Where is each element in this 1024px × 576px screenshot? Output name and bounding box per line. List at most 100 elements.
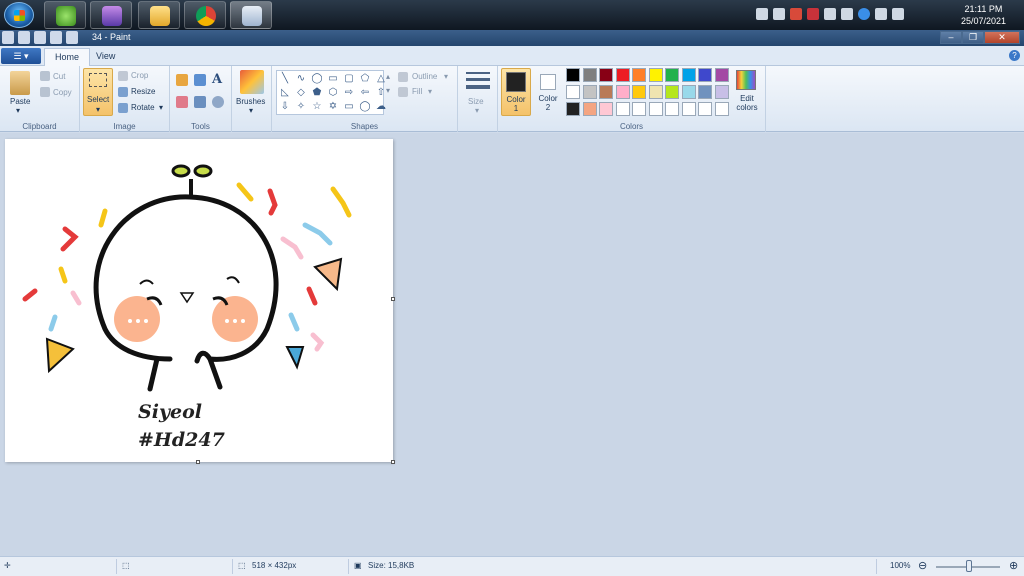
right-triangle-shape-icon[interactable]: ◺ xyxy=(278,86,292,99)
line-shape-icon[interactable]: ╲ xyxy=(278,72,292,85)
palette-swatch[interactable] xyxy=(648,68,663,82)
left-arrow-shape-icon[interactable]: ⇦ xyxy=(358,86,372,99)
resize-handle-bottom[interactable] xyxy=(196,460,200,464)
flag-icon[interactable] xyxy=(892,8,904,20)
palette-swatch[interactable] xyxy=(615,85,630,99)
oval-shape-icon[interactable]: ◯ xyxy=(310,72,324,85)
palette-swatch[interactable] xyxy=(681,85,696,99)
palette-swatch[interactable] xyxy=(648,102,663,116)
palette-swatch[interactable] xyxy=(714,68,729,82)
resize-handle-right[interactable] xyxy=(391,297,395,301)
fill-icon[interactable] xyxy=(194,74,206,86)
taskbar-chrome[interactable] xyxy=(184,1,226,29)
maximize-button[interactable]: ❐ xyxy=(962,31,984,44)
drawing-canvas[interactable]: Siyeol #Hd247 xyxy=(5,139,393,462)
palette-swatch[interactable] xyxy=(615,68,630,82)
zoom-in-button[interactable]: ⊕ xyxy=(1009,559,1018,572)
palette-swatch[interactable] xyxy=(599,85,613,99)
edit-colors-button[interactable]: Edit colors xyxy=(732,68,762,116)
paint-app-icon[interactable] xyxy=(2,31,14,44)
copy-button[interactable]: Copy xyxy=(53,88,72,97)
color1-button[interactable]: Color 1 xyxy=(501,68,531,116)
paste-button[interactable]: Paste xyxy=(10,97,30,106)
color2-button[interactable]: Color 2 xyxy=(535,68,561,116)
palette-swatch[interactable] xyxy=(714,85,729,99)
palette-swatch[interactable] xyxy=(698,102,712,116)
cloud-callout-shape-icon[interactable]: ☁ xyxy=(374,100,388,113)
pentagon-shape-icon[interactable]: ⬟ xyxy=(310,86,324,99)
polygon-shape-icon[interactable]: ⬠ xyxy=(358,72,372,85)
tray-app-icon[interactable] xyxy=(790,8,802,20)
palette-swatch[interactable] xyxy=(582,68,597,82)
undo-icon[interactable] xyxy=(34,31,46,44)
tray-app-icon[interactable] xyxy=(824,8,836,20)
rounded-rectangle-shape-icon[interactable]: ▢ xyxy=(342,72,356,85)
palette-swatch[interactable] xyxy=(665,68,679,82)
text-icon[interactable]: A xyxy=(212,72,222,87)
palette-swatch[interactable] xyxy=(582,85,597,99)
taskbar-app-2[interactable] xyxy=(90,1,132,29)
oval-callout-shape-icon[interactable]: ◯ xyxy=(358,100,372,113)
curve-shape-icon[interactable]: ∿ xyxy=(294,72,308,85)
outline-button[interactable]: Outline xyxy=(412,72,437,81)
volume-icon[interactable] xyxy=(773,8,785,20)
callout-shape-icon[interactable]: ▭ xyxy=(342,100,356,113)
cut-button[interactable]: Cut xyxy=(53,72,65,81)
brushes-group[interactable]: Brushes ▾ xyxy=(232,66,272,132)
rotate-button[interactable]: Rotate xyxy=(131,103,155,112)
palette-swatch[interactable] xyxy=(665,102,679,116)
tray-app-icon[interactable] xyxy=(841,8,853,20)
pencil-icon[interactable] xyxy=(176,74,188,86)
size-group[interactable]: Size ▾ xyxy=(458,66,498,132)
four-point-star-shape-icon[interactable]: ✧ xyxy=(294,100,308,113)
palette-swatch[interactable] xyxy=(698,85,712,99)
palette-swatch[interactable] xyxy=(632,102,646,116)
select-button[interactable]: Select ▾ xyxy=(83,68,113,116)
diamond-shape-icon[interactable]: ◇ xyxy=(294,86,308,99)
customize-icon[interactable] xyxy=(66,31,78,44)
tab-view[interactable]: View xyxy=(86,48,125,66)
fill-button[interactable]: Fill xyxy=(412,87,422,96)
minimize-button[interactable]: – xyxy=(940,31,962,44)
resize-button[interactable]: Resize xyxy=(131,87,155,96)
five-point-star-shape-icon[interactable]: ☆ xyxy=(310,100,324,113)
save-icon[interactable] xyxy=(18,31,30,44)
close-button[interactable]: ✕ xyxy=(984,31,1020,44)
palette-swatch[interactable] xyxy=(632,68,646,82)
palette-swatch[interactable] xyxy=(714,102,729,116)
taskbar-app-1[interactable] xyxy=(44,1,86,29)
magnifier-icon[interactable] xyxy=(212,96,224,108)
signal-icon[interactable] xyxy=(875,8,887,20)
zoom-slider-thumb[interactable] xyxy=(966,560,972,572)
palette-swatch[interactable] xyxy=(599,68,613,82)
palette-swatch[interactable] xyxy=(615,102,630,116)
palette-swatch[interactable] xyxy=(566,102,580,116)
right-arrow-shape-icon[interactable]: ⇨ xyxy=(342,86,356,99)
palette-swatch[interactable] xyxy=(599,102,613,116)
tab-home[interactable]: Home xyxy=(44,48,91,66)
crop-button[interactable]: Crop xyxy=(131,71,148,80)
palette-swatch[interactable] xyxy=(665,85,679,99)
down-arrow-shape-icon[interactable]: ⇩ xyxy=(278,100,292,113)
taskbar-paint[interactable] xyxy=(230,1,272,29)
help-icon[interactable]: ? xyxy=(1009,50,1020,61)
eraser-icon[interactable] xyxy=(176,96,188,108)
tray-app-icon[interactable] xyxy=(858,8,870,20)
palette-swatch[interactable] xyxy=(632,85,646,99)
zoom-out-button[interactable]: ⊖ xyxy=(918,559,927,572)
color-picker-icon[interactable] xyxy=(194,96,206,108)
shape-scroll-down[interactable]: ▾ xyxy=(386,86,390,95)
palette-swatch[interactable] xyxy=(698,68,712,82)
palette-swatch[interactable] xyxy=(648,85,663,99)
start-button[interactable] xyxy=(4,2,34,28)
bluetooth-icon[interactable] xyxy=(756,8,768,20)
shape-scroll-up[interactable]: ▴ xyxy=(386,72,390,81)
palette-swatch[interactable] xyxy=(681,68,696,82)
redo-icon[interactable] xyxy=(50,31,62,44)
palette-swatch[interactable] xyxy=(566,85,580,99)
taskbar-explorer[interactable] xyxy=(138,1,180,29)
palette-swatch[interactable] xyxy=(582,102,597,116)
hexagon-shape-icon[interactable]: ⬡ xyxy=(326,86,340,99)
tray-app-icon[interactable] xyxy=(807,8,819,20)
palette-swatch[interactable] xyxy=(681,102,696,116)
